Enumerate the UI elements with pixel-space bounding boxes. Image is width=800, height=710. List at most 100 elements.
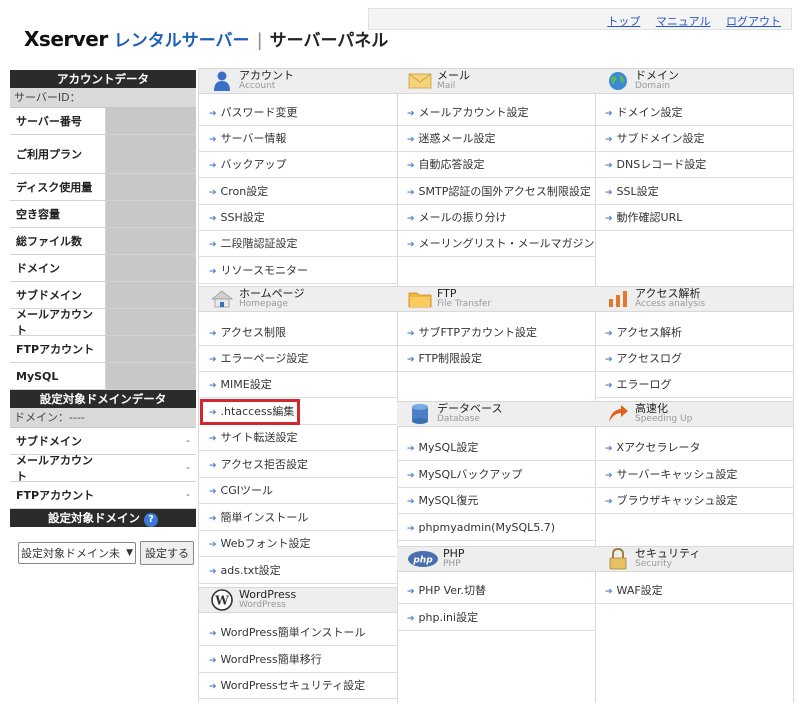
arrow-icon: ➔: [407, 587, 415, 597]
menu-item[interactable]: ➔ バックアップ: [199, 152, 397, 178]
section-account: アカウント Account: [199, 68, 397, 94]
menu-item[interactable]: ➔ SSL設定: [595, 179, 793, 205]
account-row: MySQL: [10, 363, 196, 390]
logo-separator: |: [256, 30, 263, 51]
globe-icon: [605, 70, 631, 92]
arrow-icon: ➔: [605, 161, 613, 171]
menu-item[interactable]: ➔ リソースモニター: [199, 258, 397, 284]
menu-item[interactable]: ➔ WordPressセキュリティ設定: [199, 673, 397, 699]
xserver-logo[interactable]: Xserver レンタルサーバー | サーバーパネル: [24, 26, 388, 51]
menu-item[interactable]: ➔ アクセスログ: [595, 346, 793, 372]
menu-item[interactable]: ➔ CGIツール: [199, 478, 397, 504]
menu-item[interactable]: ➔ WordPress簡単移行: [199, 647, 397, 673]
menu-item[interactable]: ➔ MySQL復元: [397, 488, 595, 514]
menu-item[interactable]: ➔ Webフォント設定: [199, 531, 397, 557]
arrow-icon: ➔: [209, 434, 217, 444]
menu-item[interactable]: ➔ Cron設定: [199, 179, 397, 205]
domain-label: ドメイン：----: [10, 408, 196, 428]
menu-item[interactable]: ➔ アクセス拒否設定: [199, 452, 397, 478]
account-row: FTPアカウント: [10, 336, 196, 363]
menu-item[interactable]: ➔ アクセス解析: [595, 320, 793, 346]
menu-item[interactable]: ➔ サーバーキャッシュ設定: [595, 462, 793, 488]
menu-item[interactable]: ➔ 簡単インストール: [199, 505, 397, 531]
lock-icon: [605, 548, 631, 570]
logo-rental: レンタルサーバー: [113, 31, 250, 51]
menu-item[interactable]: ➔ MySQL設定: [397, 435, 595, 461]
menu-item[interactable]: ➔ エラーページ設定: [199, 346, 397, 372]
menu-item[interactable]: ➔ サーバー情報: [199, 126, 397, 152]
arrow-icon: ➔: [605, 214, 613, 224]
menu-item[interactable]: ➔ 動作確認URL: [595, 205, 793, 231]
menu-item[interactable]: ➔ ads.txt設定: [199, 558, 397, 584]
menu-item[interactable]: ➔ SMTP認証の国外アクセス制限設定: [397, 179, 595, 205]
menu-item[interactable]: ➔ DNSレコード設定: [595, 152, 793, 178]
arrow-icon: ➔: [605, 135, 613, 145]
domain-row: メールアカウント -: [10, 454, 196, 483]
menu-item[interactable]: ➔ 二段階認証設定: [199, 231, 397, 257]
section-homepage: ホームページ Homepage: [199, 286, 397, 312]
menu-item[interactable]: ➔ phpmyadmin(MySQL5.7): [397, 515, 595, 541]
menu-item[interactable]: ➔ エラーログ: [595, 372, 793, 398]
top-link[interactable]: トップ: [607, 15, 640, 28]
arrow-icon: ➔: [209, 267, 217, 277]
menu-item[interactable]: ➔ アクセス制限: [199, 320, 397, 346]
help-icon[interactable]: ?: [144, 513, 158, 527]
arrow-icon: ➔: [407, 497, 415, 507]
arrow-icon: ➔: [209, 109, 217, 119]
account-row: 空き容量: [10, 201, 196, 228]
logout-link[interactable]: ログアウト: [726, 15, 781, 28]
menu-item[interactable]: ➔ メールの振り分け: [397, 205, 595, 231]
domain-select-box: 設定対象ドメイン未 ▼ 設定する: [10, 527, 196, 567]
logo-brand: Xserver: [24, 27, 108, 51]
manual-link[interactable]: マニュアル: [656, 15, 711, 28]
arrow-icon: ➔: [407, 444, 415, 454]
menu-item[interactable]: ➔ パスワード変更: [199, 100, 397, 126]
menu-item[interactable]: ➔ Xアクセラレータ: [595, 435, 793, 461]
domain-data-title: 設定対象ドメインデータ: [10, 390, 196, 408]
menu-item[interactable]: ➔ サブFTPアカウント設定: [397, 320, 595, 346]
arrow-icon: ➔: [407, 135, 415, 145]
menu-item[interactable]: ➔ WAF設定: [595, 578, 793, 604]
set-domain-button[interactable]: 設定する: [140, 541, 194, 565]
menu-item[interactable]: ➔ SSH設定: [199, 205, 397, 231]
server-id-label: サーバーID：: [10, 88, 196, 108]
arrow-icon: ➔: [605, 471, 613, 481]
arrow-icon: ➔: [209, 135, 217, 145]
account-row: ディスク使用量: [10, 174, 196, 201]
menu-item[interactable]: ➔ 自動応答設定: [397, 152, 595, 178]
account-row: ドメイン: [10, 255, 196, 282]
arrow-icon: ➔: [407, 240, 415, 250]
arrow-icon: ➔: [407, 214, 415, 224]
folder-icon: [407, 288, 433, 310]
chevron-down-icon: ▼: [126, 548, 133, 558]
person-icon: [209, 70, 235, 92]
menu-item[interactable]: ➔ php.ini設定: [397, 605, 595, 631]
menu-item[interactable]: ➔ サブドメイン設定: [595, 126, 793, 152]
arrow-icon: ➔: [209, 461, 217, 471]
domain-select[interactable]: 設定対象ドメイン未 ▼: [18, 542, 136, 564]
arrow-icon: ➔: [209, 567, 217, 577]
menu-item[interactable]: ➔ メールアカウント設定: [397, 100, 595, 126]
arrow-icon: ➔: [209, 540, 217, 550]
account-row: サブドメイン: [10, 282, 196, 309]
arrow-icon: ➔: [209, 381, 217, 391]
arrow-icon: ➔: [209, 487, 217, 497]
domain-row: サブドメイン -: [10, 428, 196, 455]
house-icon: [209, 288, 235, 310]
menu-item[interactable]: ➔ サイト転送設定: [199, 425, 397, 451]
menu-item[interactable]: ➔ ドメイン設定: [595, 100, 793, 126]
arrow-icon: ➔: [605, 444, 613, 454]
menu-item[interactable]: ➔ ブラウザキャッシュ設定: [595, 488, 793, 514]
arrow-icon: ➔: [407, 524, 415, 534]
menu-item[interactable]: ➔ MySQLバックアップ: [397, 462, 595, 488]
menu-item[interactable]: ➔ FTP制限設定: [397, 346, 595, 372]
arrow-icon: ➔: [605, 497, 613, 507]
menu-item[interactable]: ➔ メーリングリスト・メールマガジン: [397, 231, 595, 257]
database-icon: [407, 403, 433, 425]
section-wordpress: W WordPress WordPress: [199, 587, 397, 613]
menu-item[interactable]: ➔ 迷惑メール設定: [397, 126, 595, 152]
domain-row: FTPアカウント -: [10, 482, 196, 509]
menu-item[interactable]: ➔ MIME設定: [199, 372, 397, 398]
menu-item[interactable]: ➔ WordPress簡単インストール: [199, 620, 397, 646]
menu-item[interactable]: ➔ PHP Ver.切替: [397, 578, 595, 604]
